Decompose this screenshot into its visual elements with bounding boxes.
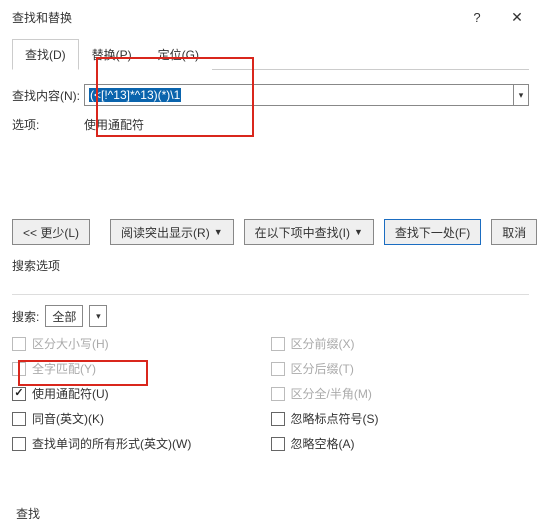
check-label: 区分后缀(T) (291, 360, 354, 377)
check-whole-word: 全字匹配(Y) (12, 360, 271, 377)
highlight-button[interactable]: 阅读突出显示(R) ▼ (110, 219, 234, 245)
check-label: 查找单词的所有形式(英文)(W) (32, 435, 191, 452)
tab-find[interactable]: 查找(D) (12, 39, 79, 70)
check-all-word-forms[interactable]: 查找单词的所有形式(英文)(W) (12, 435, 271, 452)
findnext-button[interactable]: 查找下一处(F) (384, 219, 481, 245)
options-label: 选项: (12, 116, 84, 133)
left-checks: 区分大小写(H) 全字匹配(Y) 使用通配符(U) 同音(英文)(K) 查找单词… (12, 335, 271, 452)
check-label: 区分大小写(H) (32, 335, 109, 352)
checkbox-icon (271, 387, 285, 401)
checkbox-icon (12, 387, 26, 401)
dialog-title: 查找和替换 (12, 9, 457, 26)
tabs: 查找(D) 替换(P) 定位(G) (12, 38, 529, 70)
titlebar: 查找和替换 ? ✕ (0, 0, 541, 34)
find-content-dropdown[interactable]: ▾ (513, 84, 529, 106)
less-button[interactable]: << 更少(L) (12, 219, 90, 245)
checkbox-icon (12, 362, 26, 376)
chevron-down-icon: ▼ (214, 227, 223, 237)
check-label: 忽略标点符号(S) (291, 410, 379, 427)
less-button-label: << 更少(L) (23, 224, 79, 241)
search-direction-select[interactable]: 全部 (45, 305, 83, 327)
highlight-button-label: 阅读突出显示(R) (121, 224, 210, 241)
close-button[interactable]: ✕ (497, 6, 537, 28)
help-button[interactable]: ? (457, 6, 497, 28)
tab-replace-label: 替换(P) (92, 48, 132, 62)
check-use-wildcards[interactable]: 使用通配符(U) (12, 385, 271, 402)
checkbox-icon (12, 337, 26, 351)
options-value: 使用通配符 (84, 116, 144, 133)
check-label: 全字匹配(Y) (32, 360, 96, 377)
close-icon: ✕ (511, 9, 523, 26)
search-options-title: 搜索选项 (12, 257, 529, 274)
check-label: 忽略空格(A) (291, 435, 355, 452)
right-checks: 区分前缀(X) 区分后缀(T) 区分全/半角(M) 忽略标点符号(S) 忽略空格… (271, 335, 530, 452)
tab-goto-label: 定位(G) (158, 48, 199, 62)
findnext-button-label: 查找下一处(F) (395, 224, 470, 241)
find-content-input[interactable]: (<[!^13]*^13)(*)\1 (84, 84, 529, 106)
check-label: 区分全/半角(M) (291, 385, 372, 402)
checkbox-icon (12, 412, 26, 426)
findin-button[interactable]: 在以下项中查找(I) ▼ (244, 219, 374, 245)
search-direction-value: 全部 (52, 308, 76, 325)
check-full-half-width: 区分全/半角(M) (271, 385, 530, 402)
checkbox-icon (271, 437, 285, 451)
check-label: 区分前缀(X) (291, 335, 355, 352)
check-match-prefix: 区分前缀(X) (271, 335, 530, 352)
checkbox-icon (271, 362, 285, 376)
check-ignore-whitespace[interactable]: 忽略空格(A) (271, 435, 530, 452)
check-label: 使用通配符(U) (32, 385, 109, 402)
checkbox-icon (271, 412, 285, 426)
find-content-value: (<[!^13]*^13)(*)\1 (89, 88, 181, 102)
tab-goto[interactable]: 定位(G) (145, 39, 212, 70)
help-icon: ? (473, 10, 480, 25)
check-sounds-like[interactable]: 同音(英文)(K) (12, 410, 271, 427)
tab-replace[interactable]: 替换(P) (79, 39, 145, 70)
check-label: 同音(英文)(K) (32, 410, 104, 427)
findin-button-label: 在以下项中查找(I) (255, 224, 350, 241)
tab-find-label: 查找(D) (25, 48, 66, 62)
check-match-suffix: 区分后缀(T) (271, 360, 530, 377)
chevron-down-icon: ▼ (354, 227, 363, 237)
search-direction-label: 搜索: (12, 308, 39, 325)
find-content-label: 查找内容(N): (12, 87, 84, 104)
button-row: << 更少(L) 阅读突出显示(R) ▼ 在以下项中查找(I) ▼ 查找下一处(F)… (12, 219, 529, 245)
footer-label: 查找 (16, 505, 40, 522)
checkbox-icon (271, 337, 285, 351)
check-ignore-punctuation[interactable]: 忽略标点符号(S) (271, 410, 530, 427)
cancel-button-label: 取消 (502, 224, 526, 241)
check-match-case: 区分大小写(H) (12, 335, 271, 352)
cancel-button[interactable]: 取消 (491, 219, 537, 245)
checkbox-icon (12, 437, 26, 451)
search-direction-dropdown[interactable]: ▾ (89, 305, 107, 327)
